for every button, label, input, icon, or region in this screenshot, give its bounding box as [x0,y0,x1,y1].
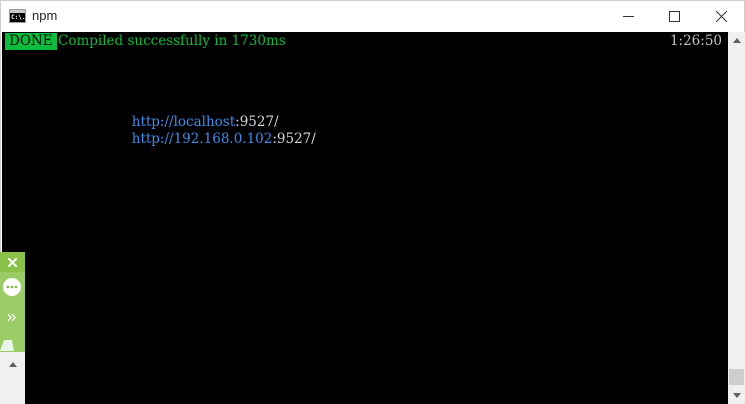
scrollbar-thumb[interactable] [729,369,744,385]
close-icon [8,257,17,267]
floating-side-toolbar [0,252,25,404]
url-host: http://192.168.0.102 [131,131,273,147]
compile-message: Compiled successfully in 1730ms [58,33,286,49]
timestamp: 1:26:50 [669,33,722,49]
status-badge: DONE [5,33,57,50]
toolbar-close-button[interactable] [0,252,25,272]
chat-bubble-icon[interactable] [3,278,21,296]
close-icon [715,11,727,22]
double-chevron-right-icon[interactable] [3,310,21,324]
minimize-icon [622,16,634,17]
maximize-icon [668,11,680,22]
maximize-button[interactable] [651,1,697,32]
scroll-up-icon[interactable] [6,358,19,370]
scroll-up-icon [732,38,741,43]
url-port: :9527/ [272,131,316,147]
network-url-line[interactable]: http://192.168.0.102:9527/ [106,114,316,165]
console-icon: C:\. [9,9,26,23]
vertical-scrollbar[interactable] [728,32,745,404]
close-button[interactable] [698,1,744,32]
scroll-down-icon [732,393,741,398]
console-output[interactable]: DONE Compiled successfully in 1730ms 1:2… [2,32,728,404]
window-title: npm [32,8,58,23]
tab-icon[interactable] [0,336,14,351]
minimize-button[interactable] [605,1,651,32]
toolbar-scroll-area [0,352,25,404]
title-bar[interactable]: C:\. npm [1,1,744,32]
scroll-up-button[interactable] [728,32,745,49]
scroll-down-button[interactable] [728,387,745,404]
console-window: C:\. npm DONE Compiled successfully in 1… [0,0,745,404]
toolbar-body [0,272,25,352]
